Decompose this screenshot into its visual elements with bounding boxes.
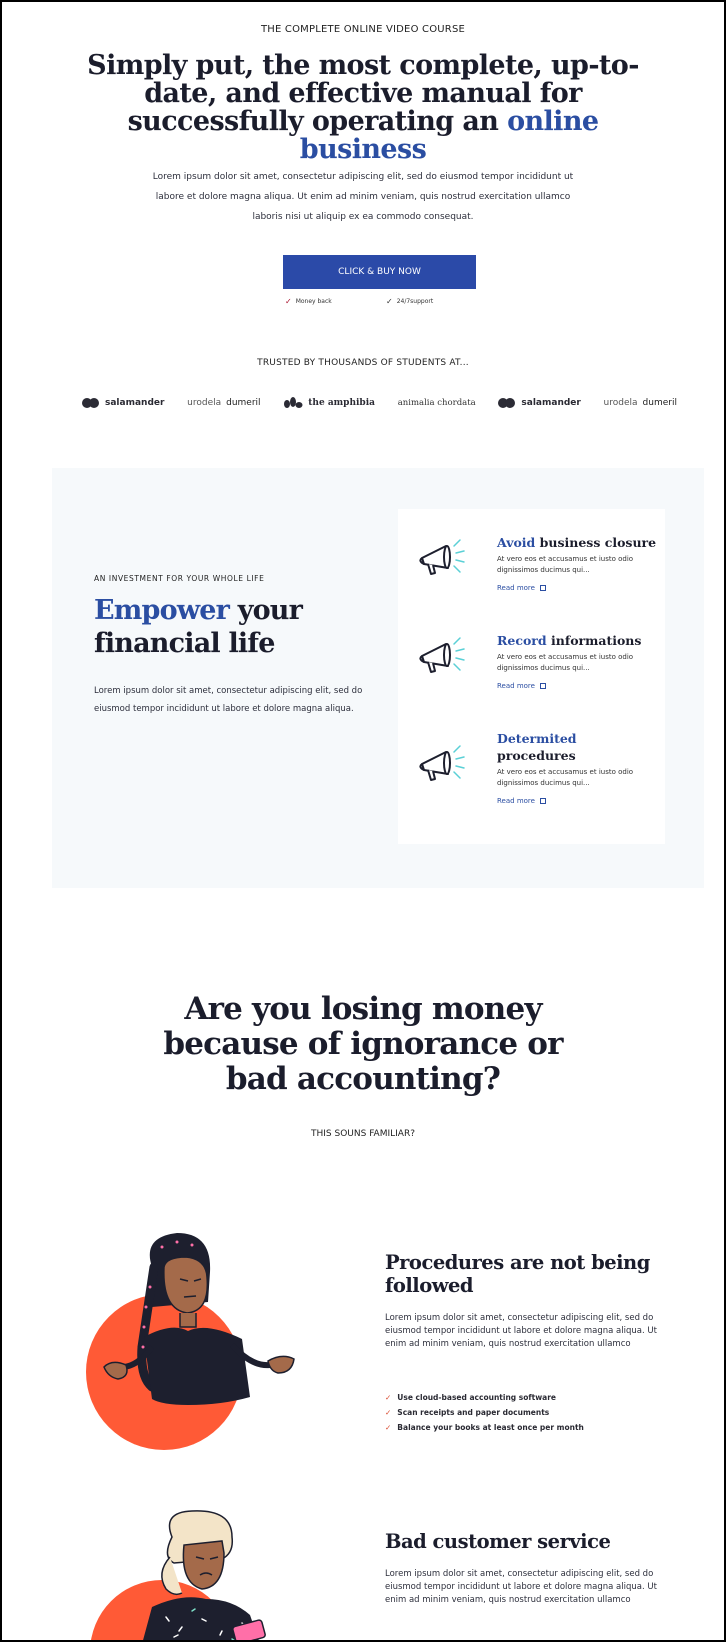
read-more-label: Read more: [497, 797, 535, 805]
investment-title-accent: Empower: [94, 595, 230, 626]
hero-title: Simply put, the most complete, up-to-dat…: [62, 52, 664, 164]
frog-icon: [284, 397, 303, 408]
check-icon: ✓: [385, 1408, 392, 1417]
list-item: ✓ Scan receipts and paper documents: [385, 1405, 584, 1420]
logo-amphibia: the amphibia: [283, 396, 375, 410]
logo-text: salamander: [105, 398, 165, 408]
check-icon: ✓: [386, 297, 393, 306]
read-more-link[interactable]: Read more: [497, 797, 667, 805]
problem-body: Lorem ipsum dolor sit amet, consectetur …: [385, 1313, 657, 1349]
double-dot-icon: [82, 398, 99, 408]
check-icon: ✓: [385, 1423, 392, 1432]
problem-body: Lorem ipsum dolor sit amet, consectetur …: [385, 1569, 657, 1605]
list-item: ✓ Balance your books at least once per mo…: [385, 1420, 584, 1435]
feature-title-rest: business closure: [535, 535, 657, 550]
feature-title-accent: Record: [497, 633, 547, 648]
feature-title-rest: informations: [546, 633, 642, 648]
external-link-icon: [539, 585, 546, 591]
losing-money-title: Are you losing money because of ignoranc…: [152, 992, 574, 1097]
perk-label: 24/7support: [396, 298, 434, 305]
logo-salamander: salamander: [82, 398, 164, 408]
perk-money-back: ✓ Money back: [285, 297, 332, 306]
read-more-link[interactable]: Read more: [497, 584, 667, 592]
feature-desc: At vero eos et accusamus et iusto odio d…: [497, 555, 634, 574]
investment-title-line2: financial life: [94, 628, 275, 659]
problem-title: Bad customer service: [385, 1530, 611, 1553]
external-link-icon: [539, 683, 546, 689]
read-more-label: Read more: [497, 584, 535, 592]
feature-record-informations: Record informations At vero eos et accus…: [497, 632, 667, 690]
logo-salamander-2: salamander: [498, 398, 581, 408]
feature-title: Determited procedures: [497, 730, 667, 764]
perk-label: Money back: [295, 298, 332, 305]
losing-title-line1: Are you losing money: [184, 991, 542, 1027]
check-icon: ✓: [285, 297, 292, 306]
hero-subtitle: Lorem ipsum dolor sit amet, consectetur …: [152, 172, 574, 222]
investment-eyebrow: AN INVESTMENT FOR YOUR WHOLE LIFE: [94, 574, 265, 583]
logo-text: dumeril: [642, 398, 677, 408]
investment-title-rest: your: [229, 595, 303, 626]
read-more-label: Read more: [497, 682, 535, 690]
losing-title-pre: because of: [163, 1026, 351, 1062]
investment-title: Empower your financial life: [94, 594, 303, 660]
perk-support: ✓ 24/7support: [386, 297, 433, 306]
check-icon: ✓: [385, 1393, 392, 1402]
logo-urodela-2: urodela dumeril: [604, 398, 677, 408]
losing-title-question: ?: [482, 1061, 501, 1097]
logo-urodela: urodela dumeril: [187, 398, 260, 408]
logo-strip: salamander urodela dumeril the amphibia a…: [82, 392, 677, 414]
double-dot-icon: [498, 398, 516, 408]
feature-title: Record informations: [497, 632, 667, 649]
hero-eyebrow: THE COMPLETE ONLINE VIDEO COURSE: [260, 24, 466, 35]
feature-title-rest: procedures: [497, 748, 576, 763]
frustrated-man-illustration: [91, 1510, 266, 1640]
feature-avoid-closure: Avoid business closure At vero eos et ac…: [497, 534, 667, 592]
trusted-heading: TRUSTED BY THOUSANDS OF STUDENTS AT...: [257, 358, 469, 368]
bullet-text: Balance your books at least once per mon…: [397, 1423, 584, 1432]
logo-text: salamander: [521, 398, 581, 408]
logo-text: dumeril: [226, 398, 261, 408]
problem-bullet-list: ✓ Use cloud-based accounting software ✓ Sc…: [385, 1390, 584, 1435]
feature-title-accent: Determited: [497, 731, 577, 746]
external-link-icon: [539, 798, 546, 804]
list-item: ✓ Use cloud-based accounting software: [385, 1390, 584, 1405]
logo-text: the amphibia: [308, 398, 375, 408]
losing-title-bold: bad accounting: [225, 1061, 484, 1097]
feature-title: Avoid business closure: [497, 534, 667, 551]
investment-body: Lorem ipsum dolor sit amet, consectetur …: [94, 686, 363, 714]
bullet-text: Scan receipts and paper documents: [397, 1408, 550, 1417]
shrugging-woman-illustration: [86, 1233, 295, 1450]
megaphone-icon: [419, 539, 465, 575]
logo-text: urodela: [187, 398, 222, 408]
logo-text: urodela: [603, 398, 638, 408]
bullet-text: Use cloud-based accounting software: [397, 1393, 556, 1402]
page: THE COMPLETE ONLINE VIDEO COURSE Simply …: [0, 0, 726, 1642]
megaphone-icon: [419, 637, 465, 673]
familiar-subtitle: THIS SOUNS FAMILIAR?: [311, 1129, 415, 1139]
logo-chordata: animalia chordata: [397, 398, 476, 408]
megaphone-icon: [419, 745, 465, 781]
problem-title: Procedures are not being followed: [385, 1251, 650, 1297]
feature-title-accent: Avoid: [497, 535, 536, 550]
losing-title-bold: ignorance or: [350, 1026, 563, 1062]
read-more-link[interactable]: Read more: [497, 682, 667, 690]
buy-now-button[interactable]: CLICK & BUY NOW: [283, 255, 476, 289]
feature-desc: At vero eos et accusamus et iusto odio d…: [497, 653, 634, 672]
feature-determited-procedures: Determited procedures At vero eos et accu…: [497, 730, 667, 805]
feature-desc: At vero eos et accusamus et iusto odio d…: [497, 768, 634, 787]
